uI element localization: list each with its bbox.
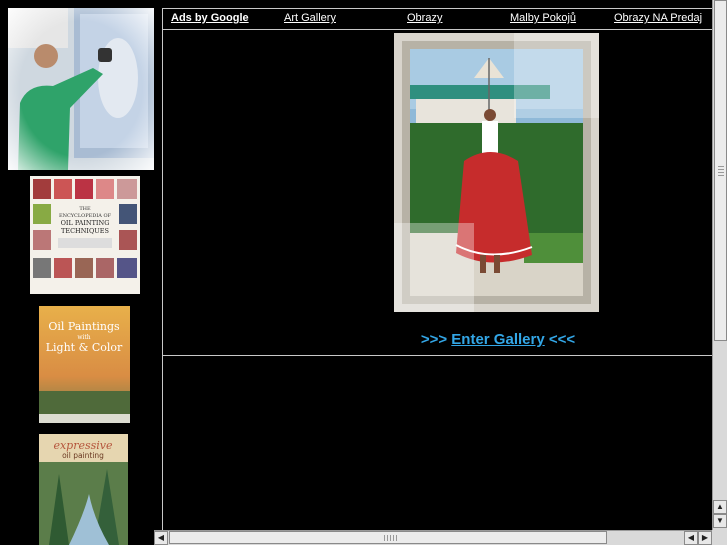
arrow-up-icon: ▲ [716, 502, 724, 511]
artist-photo[interactable] [8, 8, 154, 170]
enter-gallery: >>> Enter Gallery <<< [398, 331, 598, 348]
horizontal-scroll-thumb[interactable] [169, 531, 607, 544]
arrow-right-icon: ▶ [701, 533, 709, 542]
scroll-down-button[interactable]: ▼ [713, 514, 727, 528]
ad-link-malby-pokoju[interactable]: Malby Pokojů [510, 12, 576, 24]
left-sidebar: THE ENCYCLOPEDIA OF OIL PAINTING TECHNIQ… [0, 0, 162, 545]
arrow-down-icon: ▼ [716, 516, 724, 525]
scroll-right-button[interactable]: ▶ [698, 531, 712, 545]
enter-gallery-link[interactable]: Enter Gallery [451, 331, 544, 348]
ad-link-art-gallery[interactable]: Art Gallery [284, 12, 336, 24]
book1-title-3: OIL PAINTING [61, 219, 110, 227]
book2-title-2: with [77, 334, 90, 341]
scroll-left-end-button[interactable]: ◀ [684, 531, 698, 545]
content-divider [163, 355, 712, 356]
scroll-left-button[interactable]: ◀ [154, 531, 168, 545]
book-expressive-oil-painting[interactable]: expressive oil painting [39, 434, 128, 545]
book1-title-1: THE [79, 206, 91, 212]
enter-gallery-suffix: <<< [544, 331, 576, 348]
horizontal-scrollbar[interactable]: ◀ ◀ ▶ [154, 530, 712, 545]
vertical-scroll-thumb[interactable] [714, 0, 727, 341]
ad-bar: Ads by Google Art Gallery Obrazy Malby P… [163, 9, 712, 30]
scrollbar-corner [712, 530, 727, 545]
vertical-scrollbar[interactable]: ▲ ▼ [712, 0, 727, 530]
featured-painting[interactable] [394, 33, 599, 312]
book1-title-4: TECHNIQUES [61, 227, 109, 235]
ads-by-google-label[interactable]: Ads by Google [171, 12, 249, 24]
book-encyclopedia-oil-painting[interactable]: THE ENCYCLOPEDIA OF OIL PAINTING TECHNIQ… [30, 176, 140, 294]
ad-link-obrazy-na-predaj[interactable]: Obrazy NA Predaj [614, 12, 702, 24]
book2-title-1: Oil Paintings [48, 320, 120, 333]
arrow-left-icon: ◀ [157, 533, 165, 542]
book3-title-2: oil painting [62, 451, 104, 460]
ad-link-obrazy[interactable]: Obrazy [407, 12, 442, 24]
scroll-up-button[interactable]: ▲ [713, 500, 727, 514]
book2-title-3: Light & Color [46, 341, 123, 354]
book-oil-paintings-light-color[interactable]: Oil Paintings with Light & Color [39, 306, 130, 423]
arrow-left-icon: ◀ [687, 533, 695, 542]
enter-gallery-prefix: >>> [420, 331, 452, 348]
